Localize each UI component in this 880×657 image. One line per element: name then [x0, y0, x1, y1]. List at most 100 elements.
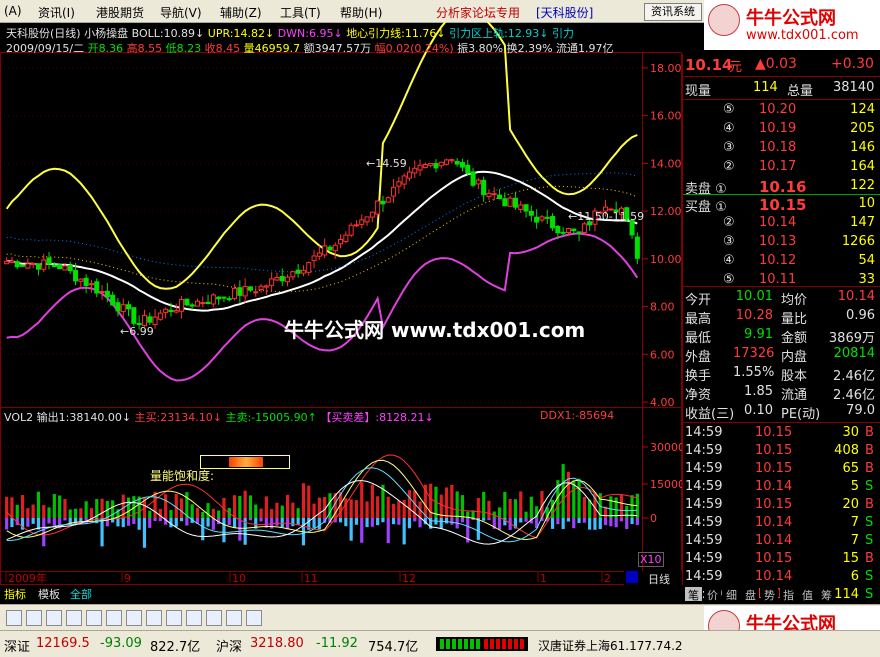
money-flow-bar: [376, 518, 380, 526]
bid-level-row[interactable]: ⑤ 10.11 33: [683, 272, 880, 290]
zoom-x10-label[interactable]: X10: [638, 552, 664, 567]
candle-body: [67, 264, 73, 272]
ask-volume: 122: [850, 178, 875, 193]
candle-body: [126, 304, 132, 310]
money-flow-bar: [211, 518, 215, 530]
up-icon[interactable]: [26, 610, 42, 626]
bid-level-row[interactable]: ③ 10.13 1266: [683, 234, 880, 252]
menu-item-nav[interactable]: 导航(V): [160, 4, 202, 21]
candle-body: [20, 264, 26, 267]
bid-level-row[interactable]: 买盘 ① 10.15 10: [683, 196, 880, 215]
bid-level-row[interactable]: ④ 10.12 54: [683, 253, 880, 271]
tick-row[interactable]: 14:59 10.15 20 B: [683, 497, 880, 515]
candle-body: [279, 275, 285, 282]
money-flow-bar: [10, 518, 14, 528]
arrow-up-icon[interactable]: [226, 610, 242, 626]
panel-tab[interactable]: 盘: [742, 587, 759, 602]
volume-bar: [84, 501, 88, 518]
candle-body: [179, 299, 185, 312]
money-flow-bar: [625, 518, 629, 530]
panel-tab[interactable]: 细: [723, 587, 740, 602]
shift-icon[interactable]: [206, 610, 222, 626]
info-system-button[interactable]: 资讯系统: [644, 3, 702, 21]
volume-bar: [58, 495, 62, 518]
volume-bar: [248, 495, 253, 518]
candle-body: [274, 276, 280, 281]
etf-icon[interactable]: [46, 610, 62, 626]
tick-row[interactable]: 14:59 10.14 5 S: [683, 479, 880, 497]
panel-tab[interactable]: 价: [704, 587, 721, 602]
low-marker-label: ←6.99: [120, 325, 154, 338]
money-flow-bar: [572, 518, 576, 529]
volume-bar: [243, 490, 247, 518]
candle-body: [412, 167, 418, 174]
candle-body: [401, 175, 407, 185]
logo-url: www.tdx001.com: [746, 28, 859, 43]
total-vol-value: 38140: [833, 80, 875, 95]
candle-body: [353, 224, 359, 227]
panel-tab[interactable]: 指: [780, 587, 797, 602]
tab-all[interactable]: 全部: [70, 586, 92, 602]
volume-bar: [73, 508, 78, 518]
tick-row[interactable]: 14:59 10.14 7 S: [683, 533, 880, 551]
indicator-label: 小杨操盘 BOLL:10.89↓: [84, 27, 205, 40]
menu-item-help[interactable]: 帮助(H): [340, 4, 382, 21]
panel-tab[interactable]: 筹: [818, 587, 835, 602]
ask-price: 10.17: [759, 159, 797, 174]
menu-item-a[interactable]: (A): [4, 4, 22, 18]
menu-item-info[interactable]: 资讯(I): [38, 4, 75, 21]
bid-level-label: ④: [723, 253, 735, 268]
period-toggle-icon[interactable]: [626, 571, 638, 583]
tab-template[interactable]: 模板: [38, 586, 60, 602]
ask-level-row[interactable]: ② 10.17 164: [683, 159, 880, 177]
ruler-icon[interactable]: [126, 610, 142, 626]
candle-body: [576, 231, 582, 234]
volume-bar: [148, 510, 152, 518]
panel-tab[interactable]: 笔: [685, 587, 702, 602]
ask-level-row[interactable]: ③ 10.18 146: [683, 140, 880, 158]
pencil-icon[interactable]: [186, 610, 202, 626]
volume-bar: [195, 508, 200, 518]
candle-body: [316, 252, 322, 257]
candle-body: [51, 264, 57, 268]
menu-item-assist[interactable]: 辅助(Z): [220, 4, 262, 21]
float-value: 流通1.97亿: [556, 42, 614, 55]
wind-icon[interactable]: [106, 610, 122, 626]
volume-bar: [5, 496, 9, 518]
tick-row[interactable]: 14:59 10.15 408 B: [683, 443, 880, 461]
tick-row[interactable]: 14:59 10.14 7 S: [683, 515, 880, 533]
money-flow-bar: [174, 518, 178, 527]
arrow-down-icon[interactable]: [246, 610, 262, 626]
candle-body: [634, 236, 640, 259]
tick-row[interactable]: 14:59 10.15 15 B: [683, 551, 880, 569]
x-tick-label: 10: [232, 572, 246, 585]
last-price: 10.14: [685, 56, 733, 74]
diamond-icon[interactable]: [146, 610, 162, 626]
panel-tab[interactable]: 势: [761, 587, 778, 602]
ask-level-row[interactable]: ⑤ 10.20 124: [683, 102, 880, 120]
arrow-icon[interactable]: [6, 610, 22, 626]
menu-item-tools[interactable]: 工具(T): [280, 4, 321, 21]
tick-row[interactable]: 14:59 10.15 65 B: [683, 461, 880, 479]
tick-row[interactable]: 14:59 10.15 30 B: [683, 425, 880, 443]
tab-indicator[interactable]: 指标: [4, 586, 26, 602]
bid-level-row[interactable]: ② 10.14 147: [683, 215, 880, 233]
panel-tab[interactable]: 值: [799, 587, 816, 602]
volume-bar: [312, 503, 316, 518]
tick-row[interactable]: 14:59 10.14 6 S: [683, 569, 880, 587]
tick-side: B: [865, 551, 874, 566]
candle-body: [30, 263, 36, 266]
money-flow-bar: [444, 518, 449, 524]
money-flow-bar: [588, 518, 592, 530]
chart-area[interactable]: 18.00 16.00 14.00 12.00 10.00 8.00 6.00 4.00 300…: [0, 22, 682, 585]
chart-icon[interactable]: [66, 610, 82, 626]
tick-time: 14:59: [685, 461, 723, 476]
bid-volume: 33: [858, 272, 875, 287]
energy-saturation-bar: [200, 455, 290, 469]
pen-icon[interactable]: [166, 610, 182, 626]
money-flow-bar: [386, 518, 390, 544]
rsi-icon[interactable]: [86, 610, 102, 626]
ask-level-row[interactable]: ④ 10.19 205: [683, 121, 880, 139]
kline-chart[interactable]: 18.00 16.00 14.00 12.00 10.00 8.00 6.00 4.00 300…: [0, 22, 682, 585]
menu-item-hk-futures[interactable]: 港股期货: [96, 4, 144, 21]
